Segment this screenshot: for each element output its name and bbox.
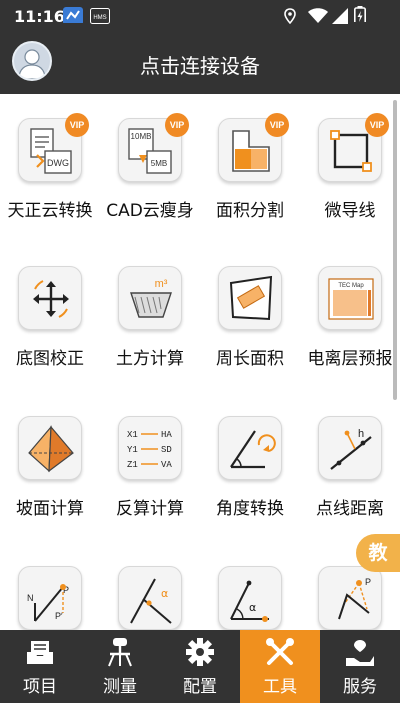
vip-badge: VIP bbox=[265, 113, 289, 137]
svg-text:HMS: HMS bbox=[93, 15, 106, 21]
svg-text:10MB: 10MB bbox=[131, 132, 152, 141]
point-line-distance-icon: h bbox=[318, 416, 382, 480]
wifi-icon bbox=[308, 8, 328, 23]
svg-text:P′: P′ bbox=[55, 611, 63, 621]
tab-settings[interactable]: 配置 bbox=[160, 630, 240, 703]
tool-label: 底图校正 bbox=[16, 349, 84, 369]
earthwork-icon: m³ bbox=[118, 266, 182, 330]
cad-slim-icon: 10MB 5MB VIP bbox=[118, 113, 189, 182]
project-icon bbox=[27, 641, 53, 664]
svg-text:Z1: Z1 bbox=[127, 460, 138, 470]
service-icon bbox=[346, 640, 374, 666]
tab-service[interactable]: 服务 bbox=[320, 630, 400, 703]
vip-badge: VIP bbox=[365, 113, 389, 137]
inverse-calc-icon: X1 Y1 Z1 HA SD VA bbox=[118, 416, 182, 480]
vip-badge: VIP bbox=[165, 113, 189, 137]
svg-text:α: α bbox=[249, 601, 256, 614]
tab-label: 项目 bbox=[23, 677, 57, 697]
tool-label: 微导线 bbox=[324, 201, 376, 221]
bottom-tab-bar: 项目 测量 配置 工具 服务 bbox=[0, 630, 400, 703]
tool-earthwork[interactable]: m³ 土方计算 bbox=[100, 266, 200, 369]
tab-label: 测量 bbox=[103, 677, 137, 697]
tool-area-split[interactable]: VIP 面积分割 bbox=[200, 113, 300, 221]
svg-text:Y1: Y1 bbox=[127, 445, 138, 455]
tool-label: 面积分割 bbox=[216, 201, 284, 221]
svg-text:SD: SD bbox=[161, 445, 172, 455]
location-icon bbox=[284, 8, 296, 24]
status-bar: 11:16 HMS bbox=[0, 0, 400, 32]
svg-text:N: N bbox=[27, 593, 34, 603]
tool-bearing[interactable]: N P P′ bbox=[0, 566, 100, 630]
tool-label: 周长面积 bbox=[216, 349, 284, 369]
tool-angle-convert[interactable]: 角度转换 bbox=[200, 416, 300, 519]
angle-point-icon: α bbox=[218, 566, 282, 630]
tutorial-floating-button[interactable]: 教 bbox=[356, 534, 400, 572]
app-header: 点击连接设备 bbox=[0, 32, 400, 94]
tool-perimeter-area[interactable]: 周长面积 bbox=[200, 266, 300, 369]
tab-label: 工具 bbox=[263, 677, 297, 697]
tool-label: 点线距离 bbox=[316, 499, 384, 519]
svg-text:α: α bbox=[161, 587, 168, 600]
tool-label: 土方计算 bbox=[116, 349, 184, 369]
bearing-icon: N P P′ bbox=[18, 566, 82, 630]
area-split-icon: VIP bbox=[218, 113, 289, 182]
svg-text:DWG: DWG bbox=[47, 158, 69, 168]
svg-text:h: h bbox=[358, 428, 364, 440]
angle-convert-icon bbox=[218, 416, 282, 480]
app-notification-icon bbox=[63, 7, 83, 23]
micro-traverse-icon: VIP bbox=[318, 113, 389, 182]
tool-basemap-correct[interactable]: 底图校正 bbox=[0, 266, 100, 369]
tools-grid[interactable]: DWG VIP 天正云转换 10MB 5MB VIP CAD云瘦身 VIP 面积… bbox=[0, 94, 400, 630]
tool-slope[interactable]: 坡面计算 bbox=[0, 416, 100, 519]
tool-tianzheng-convert[interactable]: DWG VIP 天正云转换 bbox=[0, 113, 100, 221]
svg-text:m³: m³ bbox=[155, 278, 168, 290]
svg-text:5MB: 5MB bbox=[151, 159, 167, 168]
tool-ionosphere[interactable]: TEC Map 电离层预报 bbox=[300, 266, 400, 369]
signal-icon bbox=[332, 8, 348, 24]
svg-text:X1: X1 bbox=[127, 430, 138, 440]
svg-text:TEC Map: TEC Map bbox=[338, 283, 364, 289]
tab-survey[interactable]: 测量 bbox=[80, 630, 160, 703]
tool-label: 天正云转换 bbox=[7, 201, 93, 221]
connect-device-title[interactable]: 点击连接设备 bbox=[0, 50, 400, 79]
svg-text:HA: HA bbox=[161, 430, 172, 440]
tab-tools[interactable]: 工具 bbox=[240, 630, 320, 703]
tool-label: CAD云瘦身 bbox=[106, 201, 194, 221]
hms-icon: HMS bbox=[90, 8, 110, 24]
perimeter-area-icon bbox=[218, 266, 282, 330]
tool-label: 反算计算 bbox=[116, 499, 184, 519]
tab-label: 配置 bbox=[183, 677, 217, 697]
tab-label: 服务 bbox=[343, 677, 377, 697]
basemap-correct-icon bbox=[18, 266, 82, 330]
tool-point-line-distance[interactable]: h 点线距离 bbox=[300, 416, 400, 519]
ionosphere-icon: TEC Map bbox=[318, 266, 382, 330]
tool-inverse-calc[interactable]: X1 Y1 Z1 HA SD VA 反算计算 bbox=[100, 416, 200, 519]
svg-text:P: P bbox=[365, 577, 371, 587]
tool-label: 角度转换 bbox=[216, 499, 284, 519]
tool-intersection[interactable]: α bbox=[100, 566, 200, 630]
intersection-icon: α bbox=[118, 566, 182, 630]
tools-icon bbox=[266, 638, 294, 665]
tool-cad-slim[interactable]: 10MB 5MB VIP CAD云瘦身 bbox=[100, 113, 200, 221]
tool-micro-traverse[interactable]: VIP 微导线 bbox=[300, 113, 400, 221]
dwg-convert-icon: DWG VIP bbox=[18, 113, 89, 182]
slope-icon bbox=[18, 416, 82, 480]
triangle-point-icon: P bbox=[318, 566, 382, 630]
tool-angle-point[interactable]: α bbox=[200, 566, 300, 630]
tool-label: 坡面计算 bbox=[16, 499, 84, 519]
tab-project[interactable]: 项目 bbox=[0, 630, 80, 703]
survey-icon bbox=[108, 638, 132, 667]
tool-label: 电离层预报 bbox=[307, 349, 393, 369]
tool-triangle-point[interactable]: P bbox=[300, 566, 400, 630]
vip-badge: VIP bbox=[65, 113, 89, 137]
battery-icon bbox=[354, 6, 366, 22]
settings-icon bbox=[186, 638, 214, 666]
status-time: 11:16 bbox=[14, 7, 65, 26]
scrollbar[interactable] bbox=[393, 100, 397, 400]
svg-text:VA: VA bbox=[161, 460, 172, 470]
